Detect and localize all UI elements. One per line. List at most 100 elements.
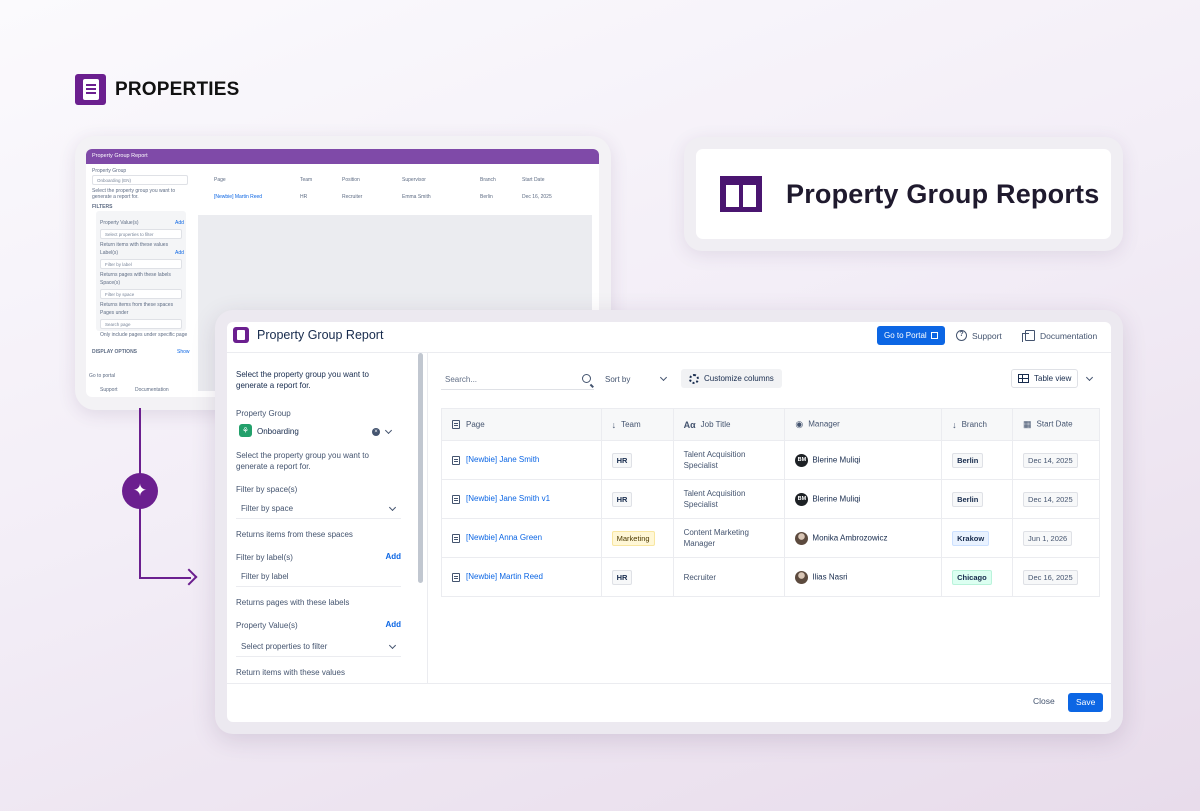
job-title: Talent Acquisition Specialist [683, 450, 746, 470]
col-header-start-date[interactable]: ▦ Start Date [1012, 408, 1100, 441]
page-link[interactable]: [Newbie] Martin Reed [466, 572, 543, 581]
preview-labels-label: Label(s) [100, 250, 119, 256]
space-filter-placeholder: Filter by space [241, 504, 294, 513]
preview-show-link[interactable]: Show [177, 349, 190, 355]
sidebar-divider [427, 353, 428, 683]
preview-col-team: Team [300, 177, 313, 183]
clear-icon[interactable]: × [372, 428, 380, 436]
table-view-label: Table view [1034, 374, 1072, 383]
support-label: Support [972, 330, 1002, 341]
properties-app-icon [233, 327, 249, 343]
page-link[interactable]: [Newbie] Jane Smith v1 [466, 494, 550, 503]
space-filter-helper: Returns items from these spaces [236, 530, 353, 539]
start-date: Dec 14, 2025 [1023, 452, 1078, 468]
property-value-select[interactable]: Select properties to filter [236, 637, 401, 657]
team-lozenge: Marketing [611, 530, 655, 546]
preview-pages-under-label: Pages under [100, 310, 129, 316]
preview-go-portal[interactable]: Go to portal [89, 373, 115, 379]
manager-name: Ilias Nasri [812, 572, 848, 582]
avatar [795, 570, 809, 584]
table-view-button[interactable]: Table view [1011, 369, 1079, 388]
preview-col-branch: Branch [480, 177, 496, 183]
go-to-portal-button[interactable]: Go to Portal [877, 326, 945, 345]
save-button[interactable]: Save [1068, 693, 1104, 712]
preview-add-label-link[interactable]: Add [175, 250, 184, 256]
support-link[interactable]: ? Support [956, 330, 1002, 341]
close-button[interactable]: Close [1033, 696, 1055, 706]
label-filter-label: Filter by label(s) [236, 553, 293, 562]
preview-filters-label: FILTERS [92, 204, 113, 210]
sort-by-dropdown[interactable]: Sort by [605, 373, 667, 384]
footer-divider [227, 683, 1111, 684]
table-header-row: Page ↓ Team Aα Job Title ◉ Manager ↓ Branch … [441, 408, 1100, 441]
label-filter-input[interactable]: Filter by label [236, 567, 401, 587]
preview-documentation[interactable]: Documentation [135, 387, 169, 393]
table-row: [Newbie] Jane Smith v1 HR Talent Acquisi… [441, 479, 1100, 519]
page-link[interactable]: [Newbie] Jane Smith [466, 455, 539, 464]
start-date: Dec 14, 2025 [1023, 491, 1078, 507]
copy-docs-icon [1022, 330, 1035, 342]
avatar: BM [795, 453, 809, 467]
col-header-team[interactable]: ↓ Team [601, 408, 674, 441]
preview-support[interactable]: Support [100, 387, 118, 393]
preview-page-search[interactable]: Search page [100, 319, 182, 329]
col-header-branch[interactable]: ↓ Branch [941, 408, 1014, 441]
avatar [795, 531, 809, 545]
filter-sidebar: Select the property group you want to ge… [227, 353, 427, 683]
page-icon [452, 533, 460, 543]
preview-label-input[interactable]: Filter by label [100, 259, 182, 269]
space-filter-label: Filter by space(s) [236, 485, 298, 494]
preview-add-link[interactable]: Add [175, 220, 184, 226]
text-type-icon: Aα [683, 419, 696, 430]
add-property-button[interactable]: Add [385, 620, 401, 629]
table-row: [Newbie] Martin Reed HR Recruiter Ilias … [441, 557, 1100, 597]
job-title: Talent Acquisition Specialist [683, 489, 746, 509]
property-group-label: Property Group [236, 409, 291, 418]
search-input[interactable]: Search... [441, 370, 594, 390]
add-label-button[interactable]: Add [385, 552, 401, 561]
preview-col-position: Position [342, 177, 360, 183]
col-header-job-title[interactable]: Aα Job Title [673, 408, 786, 441]
preview-row-team: HR [300, 194, 308, 200]
go-to-portal-label: Go to Portal [884, 331, 927, 340]
gear-icon [689, 373, 699, 384]
preview-space-helper: Returns items from these spaces [100, 302, 174, 308]
preview-row-position: Recruiter [342, 194, 363, 200]
property-group-helper: Select the property group you want to ge… [236, 451, 369, 471]
chevron-down-icon[interactable] [1085, 373, 1094, 382]
col-header-page[interactable]: Page [441, 408, 602, 441]
preview-prop-helper: Return items with these values [100, 242, 169, 248]
property-group-value: Onboarding [257, 427, 299, 436]
chevron-down-icon [388, 641, 397, 650]
team-lozenge: HR [611, 491, 633, 507]
space-filter-select[interactable]: Filter by space [236, 499, 401, 519]
col-header-manager[interactable]: ◉ Manager [784, 408, 943, 441]
property-value-label: Property Value(s) [236, 621, 298, 630]
team-lozenge: HR [611, 569, 633, 585]
properties-logo-icon [75, 74, 106, 105]
user-icon: ◉ [795, 419, 804, 429]
documentation-link[interactable]: Documentation [1022, 330, 1098, 342]
header-card-title: Property Group Reports [786, 178, 1100, 209]
header-card: Property Group Reports [684, 137, 1123, 251]
property-value-helper: Return items with these values [236, 668, 345, 677]
page-icon [452, 494, 460, 504]
preview-row-page[interactable]: [Newbie] Martin Reed [214, 194, 262, 200]
sidebar-scrollbar[interactable] [418, 353, 423, 583]
branch-lozenge: Chicago [952, 569, 992, 585]
label-filter-placeholder: Filter by label [241, 572, 289, 581]
preview-prop-select[interactable]: Select properties to filter [100, 229, 182, 239]
chevron-down-icon [659, 373, 667, 382]
documentation-label: Documentation [1040, 330, 1098, 341]
page-link[interactable]: [Newbie] Anna Green [466, 533, 542, 542]
branch-lozenge: Krakow [952, 530, 990, 546]
manager-name: Blerine Muliqi [812, 494, 861, 504]
customize-columns-button[interactable]: Customize columns [681, 369, 782, 388]
preview-space-select[interactable]: Filter by space [100, 289, 182, 299]
preview-row-supervisor: Emma Smith [402, 194, 431, 200]
preview-col-start: Start Date [522, 177, 545, 183]
customize-columns-label: Customize columns [704, 374, 774, 383]
preview-pg-select[interactable]: Onboarding (EN) [92, 175, 188, 185]
preview-row-branch: Berlin [480, 194, 493, 200]
preview-helper: Select the property group you want to ge… [92, 188, 176, 200]
